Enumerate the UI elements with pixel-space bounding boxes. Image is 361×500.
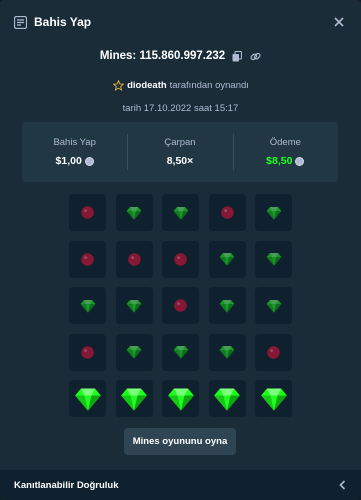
gem-icon [126, 298, 142, 314]
mine-tile [208, 194, 246, 231]
close-icon[interactable] [331, 14, 347, 30]
link-icon[interactable] [249, 50, 261, 62]
gem-tile [255, 194, 292, 231]
star-icon [112, 79, 124, 91]
payout-value-row: $8,50 [266, 155, 305, 167]
bet-amount-label: Bahis Yap [53, 137, 96, 148]
gem-tile [115, 194, 153, 231]
gem-tile-found [208, 380, 246, 417]
mine-icon [80, 252, 95, 267]
gem-tile [255, 287, 292, 324]
provably-fair-footer[interactable]: Kanıtlanabilir Doğruluk [0, 470, 361, 500]
bet-amount-stat: Bahis Yap $1,00 [22, 122, 127, 182]
gem-icon [266, 205, 282, 221]
gem-icon [126, 205, 142, 221]
mine-icon [173, 252, 188, 267]
gem-icon [74, 385, 102, 413]
game-id-row: Mines: 115.860.997.232 [0, 46, 361, 66]
gem-tile [162, 333, 199, 371]
gem-icon [126, 344, 142, 360]
gem-tile [115, 333, 153, 371]
mine-tile [115, 240, 153, 278]
multiplier-stat: Çarpan 8,50× [127, 122, 232, 182]
gem-tile-found [115, 380, 153, 417]
copy-icon[interactable] [231, 50, 243, 62]
bet-slip-icon [14, 15, 27, 29]
gem-tile [162, 194, 199, 231]
date-text: tarih 17.10.2022 saat 15:17 [122, 103, 239, 114]
gem-tile [255, 240, 292, 278]
bet-details-modal: Bahis Yap Mines: 115.860.997.232 diodeat… [0, 0, 361, 500]
gem-tile [208, 333, 246, 371]
mine-tile [69, 240, 106, 278]
mine-tile [69, 194, 106, 231]
gem-icon [260, 385, 288, 413]
gem-icon [219, 298, 235, 314]
multiplier-value: 8,50× [166, 155, 194, 167]
player-name[interactable]: diodeath [127, 80, 167, 91]
played-by-text: tarafından oynandı [169, 79, 249, 91]
mine-icon [220, 205, 235, 220]
gem-tile [69, 287, 106, 324]
provably-fair-label: Kanıtlanabilir Doğruluk [14, 479, 119, 491]
gem-icon [219, 251, 235, 267]
gem-icon [173, 205, 189, 221]
gem-tile-found [255, 380, 292, 417]
payout-label: Ödeme [269, 137, 301, 148]
gem-icon [80, 298, 96, 314]
stats-panel: Bahis Yap $1,00 Çarpan 8,50× Ödeme $8,50 [22, 122, 338, 182]
bet-amount-value-row: $1,00 [56, 155, 94, 167]
mine-tile [162, 287, 199, 324]
mine-tile [162, 240, 199, 278]
coin-icon [295, 156, 305, 166]
gem-icon [266, 298, 282, 314]
bet-amount-value: $1,00 [55, 155, 82, 167]
gem-tile [115, 287, 153, 324]
gem-icon [213, 385, 241, 413]
payout-stat: Ödeme $8,50 [232, 122, 338, 182]
gem-tile-found [162, 380, 199, 417]
modal-title: Bahis Yap [34, 15, 92, 29]
gem-icon [219, 344, 235, 360]
gem-icon [173, 344, 189, 360]
mine-tile [255, 333, 292, 371]
play-mines-button[interactable]: Mines oyununu oyna [124, 428, 236, 455]
modal-header-left: Bahis Yap [14, 15, 91, 29]
mines-board [69, 194, 292, 417]
mine-icon [127, 252, 142, 267]
mine-icon [173, 298, 188, 313]
chevron-left-icon[interactable] [337, 480, 347, 490]
gem-icon [120, 385, 148, 413]
mine-tile [69, 333, 106, 371]
coin-icon [84, 156, 94, 166]
player-row: diodeath tarafından oynandı [0, 79, 361, 91]
modal-header: Bahis Yap [0, 0, 361, 44]
multiplier-label: Çarpan [164, 137, 196, 148]
mine-icon [80, 205, 95, 220]
gem-tile-found [69, 380, 106, 417]
gem-icon [167, 385, 195, 413]
gem-tile [208, 240, 246, 278]
gem-tile [208, 287, 246, 324]
game-id: Mines: 115.860.997.232 [99, 50, 226, 62]
mine-icon [266, 345, 281, 360]
payout-value: $8,50 [266, 155, 293, 167]
gem-icon [266, 251, 282, 267]
mine-icon [80, 345, 95, 360]
